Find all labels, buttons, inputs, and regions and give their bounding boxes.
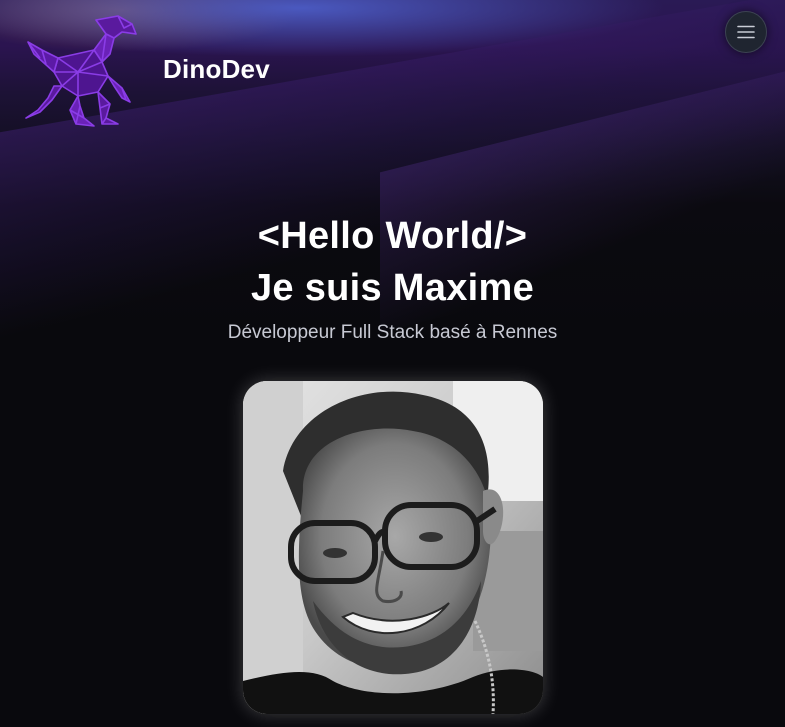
hamburger-menu-icon [737, 25, 755, 39]
menu-button[interactable] [725, 11, 767, 53]
profile-photo [243, 381, 543, 714]
hero-name: Je suis Maxime [250, 267, 535, 309]
hero-section: <Hello World/> Je suis Maxime Développeu… [0, 210, 785, 346]
site-header: DinoDev [0, 0, 785, 140]
brand-name[interactable]: DinoDev [163, 54, 270, 85]
hero-subtitle: Développeur Full Stack basé à Rennes [227, 322, 558, 343]
raptor-logo-icon[interactable] [18, 14, 140, 128]
hero-greeting: <Hello World/> [257, 215, 528, 257]
page: DinoDev <Hello World/> Je suis Maxime Dé… [0, 0, 785, 727]
